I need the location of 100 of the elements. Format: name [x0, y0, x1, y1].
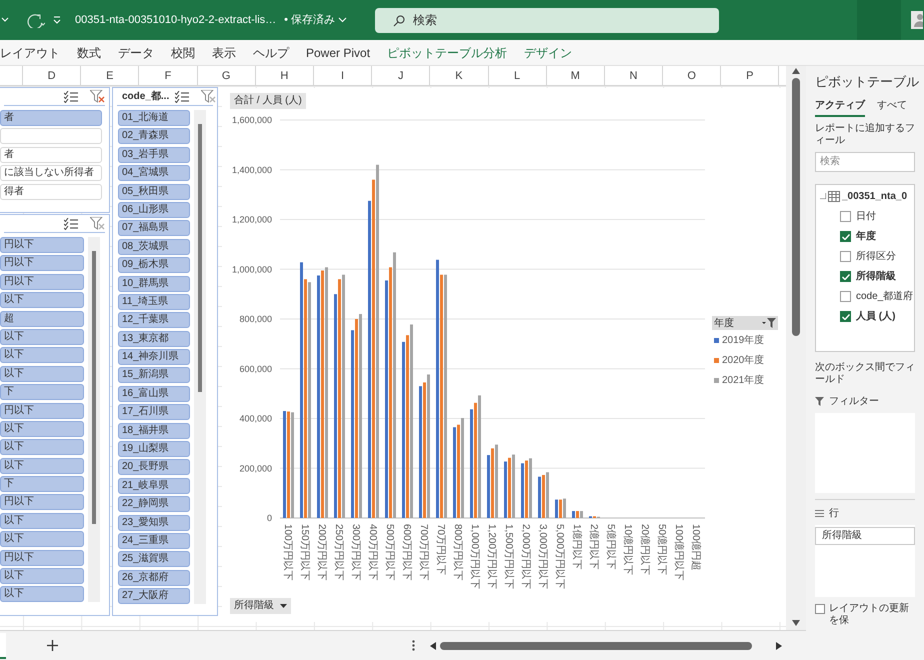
slicer-item[interactable]: 26_京都府 — [118, 570, 190, 586]
slicer-item[interactable]: 02_青森県 — [118, 128, 190, 144]
avatar-icon[interactable] — [911, 11, 924, 29]
slicer-item[interactable]: 03_岩手県 — [118, 146, 190, 163]
slicer-item[interactable]: 19_山梨県 — [118, 441, 190, 458]
more-icon[interactable] — [412, 640, 415, 651]
column-header[interactable]: G — [198, 66, 256, 85]
checkbox[interactable] — [840, 251, 851, 262]
ribbon-tab[interactable]: レイアウト — [0, 44, 60, 62]
multi-select-icon[interactable] — [64, 90, 78, 102]
slicer-item[interactable]: 20_長野県 — [118, 459, 190, 476]
slicer-item[interactable]: 22_静岡県 — [118, 496, 190, 512]
column-header[interactable]: P — [721, 66, 780, 85]
slicer-item[interactable]: 以下 — [0, 439, 84, 456]
slicer-item[interactable]: 05_秋田県 — [118, 184, 190, 200]
plus-icon[interactable] — [47, 640, 58, 651]
sheet-tab[interactable] — [0, 632, 6, 658]
column-header[interactable]: D — [23, 66, 82, 85]
axis-field-button[interactable]: 所得階級 — [230, 598, 291, 614]
column-header[interactable]: I — [314, 66, 372, 85]
slicer-item[interactable]: 下 — [0, 384, 84, 400]
slicer-item[interactable]: 10_群馬県 — [118, 276, 190, 292]
slicer-item[interactable]: 得者 — [0, 184, 102, 200]
slicer-item[interactable]: 者 — [0, 110, 102, 126]
pane-tab[interactable]: アクティブ — [815, 98, 865, 116]
slicer-item[interactable]: 24_三重県 — [118, 532, 190, 549]
slicer-item[interactable]: 以下 — [0, 458, 84, 474]
slicer-item[interactable]: 以下 — [0, 328, 84, 345]
slicer-item[interactable]: 04_宮城県 — [118, 165, 190, 182]
column-header[interactable]: J — [372, 66, 430, 85]
slicer-item[interactable]: 13_東京都 — [118, 330, 190, 347]
slicer-item[interactable]: 以下 — [0, 586, 84, 602]
slicer-scrollbar[interactable] — [88, 237, 100, 602]
slicer-item[interactable]: 円以下 — [0, 550, 84, 566]
slicer-item[interactable]: 17_石川県 — [118, 404, 190, 420]
slicer-item[interactable]: 以下 — [0, 568, 84, 584]
vertical-scrollbar[interactable] — [786, 66, 806, 630]
slicer-item[interactable]: 以下 — [0, 531, 84, 548]
slicer-item[interactable]: に該当しない所得者 — [0, 165, 102, 182]
ribbon-tab[interactable]: デザイン — [524, 44, 572, 62]
slicer-item[interactable]: 超 — [0, 310, 84, 327]
slicer-item[interactable]: 14_神奈川県 — [118, 349, 190, 366]
search-field[interactable]: 検索 — [375, 8, 720, 32]
ribbon-tab[interactable]: ピボットテーブル分析 — [387, 44, 508, 62]
value-field-button[interactable]: 合計 / 人員 (人) — [230, 93, 306, 109]
checkbox[interactable] — [840, 231, 851, 242]
checkbox[interactable] — [840, 271, 851, 282]
slicer-item[interactable]: 円以下 — [0, 255, 84, 272]
ribbon-tab[interactable]: データ — [118, 44, 154, 62]
ribbon-tab[interactable]: 表示 — [212, 44, 236, 62]
row-field[interactable]: 所得階級 — [815, 526, 915, 544]
slicer-item[interactable]: 以下 — [0, 292, 84, 308]
slicer-item[interactable]: 25_滋賀県 — [118, 551, 190, 568]
slicer-item[interactable]: 16_富山県 — [118, 386, 190, 402]
checkbox[interactable] — [840, 291, 851, 302]
slicer-item[interactable]: 以下 — [0, 366, 84, 382]
checkbox[interactable] — [815, 604, 825, 614]
ribbon-tab[interactable]: Power Pivot — [306, 44, 370, 62]
slicer-item[interactable]: 11_埼玉県 — [118, 294, 190, 310]
pane-tab[interactable]: すべて — [877, 98, 907, 116]
clear-filter-icon[interactable] — [201, 90, 216, 103]
column-header[interactable]: N — [604, 66, 664, 85]
multi-select-icon[interactable] — [64, 218, 78, 230]
slicer-item[interactable]: 円以下 — [0, 494, 84, 510]
column-header[interactable]: L — [488, 66, 547, 85]
slicer-scrollbar[interactable] — [194, 110, 206, 604]
slicer-item[interactable]: 以下 — [0, 512, 84, 529]
save-status-button[interactable]: • 保存済み — [284, 12, 348, 28]
customize-icon[interactable] — [53, 16, 61, 24]
ribbon-tab[interactable]: 校閲 — [171, 44, 195, 62]
legend-field-button[interactable]: 年度 — [712, 316, 778, 330]
slicer-item[interactable]: 23_愛知県 — [118, 514, 190, 531]
column-header[interactable]: F — [139, 66, 198, 85]
slicer-item[interactable]: 15_新潟県 — [118, 367, 190, 384]
slicer-item[interactable]: 以下 — [0, 347, 84, 364]
slicer-item[interactable]: 07_福島県 — [118, 220, 190, 236]
column-header[interactable]: O — [663, 66, 722, 85]
slicer-item[interactable]: 円以下 — [0, 274, 84, 290]
ribbon-tab[interactable]: 数式 — [77, 44, 101, 62]
scrollbar-thumb[interactable] — [792, 78, 800, 336]
slicer-item[interactable]: 円以下 — [0, 237, 84, 253]
slicer-item[interactable]: 08_茨城県 — [118, 238, 190, 255]
chevron-down-icon[interactable] — [1, 17, 9, 23]
slicer-item[interactable]: 12_千葉県 — [118, 312, 190, 328]
column-header[interactable]: M — [546, 66, 605, 85]
slicer-item[interactable]: 以下 — [0, 420, 84, 437]
column-header[interactable]: K — [430, 66, 488, 85]
checkbox[interactable] — [840, 311, 851, 322]
column-header[interactable]: H — [256, 66, 314, 85]
field-search-field[interactable]: 検索 — [815, 152, 915, 172]
clear-filter-icon[interactable] — [90, 217, 105, 230]
collapse-icon[interactable] — [820, 193, 826, 199]
slicer-item[interactable]: 06_山形県 — [118, 202, 190, 218]
slicer-item[interactable]: 27_大阪府 — [118, 588, 190, 604]
scrollbar-thumb[interactable] — [440, 642, 752, 650]
slicer-item[interactable]: 円以下 — [0, 402, 84, 419]
slicer-item[interactable]: 21_岐阜県 — [118, 478, 190, 494]
slicer-item[interactable]: 01_北海道 — [118, 110, 190, 126]
checkbox[interactable] — [840, 211, 851, 222]
slicer-item[interactable]: 18_福井県 — [118, 422, 190, 439]
